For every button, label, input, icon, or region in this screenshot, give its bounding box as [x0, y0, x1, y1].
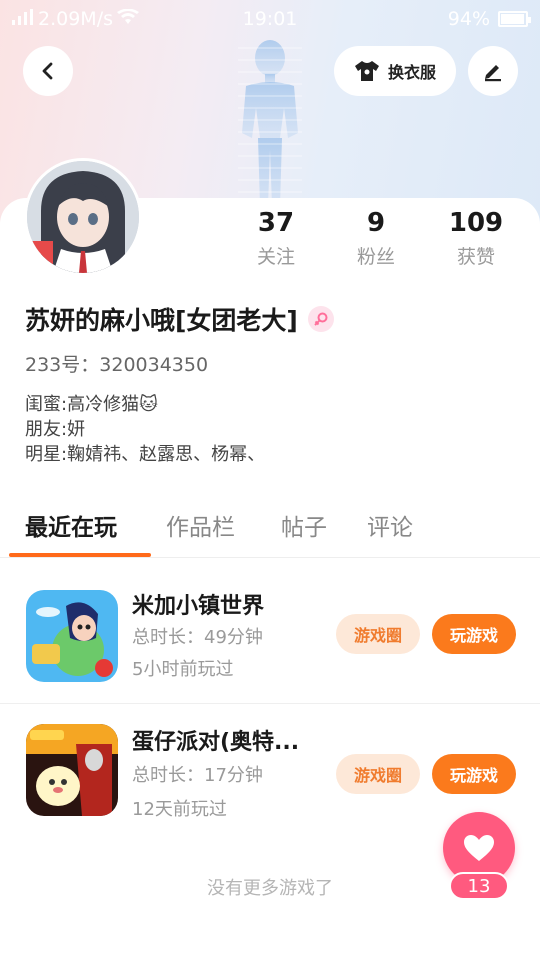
profile-stats: 37 关注 9 粉丝 109 获赞 [226, 205, 526, 273]
user-id: 233号：320034350 [25, 354, 209, 376]
play-game-button[interactable]: 玩游戏 [432, 754, 516, 794]
avatar[interactable] [24, 158, 142, 276]
game-duration: 总时长：49分钟 [132, 627, 263, 648]
battery-percent: 94% [447, 8, 490, 30]
stat-likes[interactable]: 109 获赞 [426, 205, 526, 273]
avatar-hologram-figure [238, 40, 302, 206]
tab-comments[interactable]: 评论 [367, 508, 413, 542]
tab-posts[interactable]: 帖子 [281, 508, 327, 542]
game-last-played: 12天前玩过 [132, 799, 227, 820]
profile-bio: 闺蜜:高冷修猫🐱 朋友:妍 明星:鞠婧祎、赵露思、杨幂、 [25, 392, 265, 467]
game-icon [26, 590, 118, 682]
stat-label: 获赞 [456, 246, 495, 268]
heart-icon [464, 835, 494, 861]
game-circle-button[interactable]: 游戏圈 [336, 614, 420, 654]
chevron-left-icon [42, 62, 53, 80]
tab-works[interactable]: 作品栏 [166, 508, 235, 542]
tshirt-icon [354, 61, 379, 81]
username-row: 苏妍的麻小哦[女团老大] [25, 301, 334, 337]
tab-recently-played[interactable]: 最近在玩 [25, 508, 117, 542]
profile-tabs: 最近在玩 作品栏 帖子 评论 [0, 500, 540, 558]
back-button[interactable] [23, 46, 73, 96]
status-right: 94% [447, 8, 531, 30]
stat-following[interactable]: 37 关注 [226, 205, 326, 273]
game-duration: 总时长：17分钟 [132, 765, 263, 786]
game-title: 米加小镇世界 [132, 594, 265, 619]
pencil-icon [485, 65, 501, 82]
stat-followers[interactable]: 9 粉丝 [326, 205, 426, 273]
active-tab-indicator [9, 553, 151, 557]
like-count-badge: 13 [449, 872, 509, 900]
game-last-played: 5小时前玩过 [132, 659, 234, 680]
username: 苏妍的麻小哦[女团老大] [25, 306, 298, 335]
game-title: 蛋仔派对(奥特... [132, 730, 300, 755]
game-list-item[interactable]: 米加小镇世界 总时长：49分钟 5小时前玩过 游戏圈 玩游戏 [0, 570, 540, 700]
game-icon [26, 724, 118, 816]
battery-icon [498, 11, 531, 27]
stat-value: 37 [257, 208, 295, 238]
battery-level [501, 14, 524, 24]
female-gender-icon [307, 306, 334, 332]
game-list-item[interactable]: 蛋仔派对(奥特... 总时长：17分钟 12天前玩过 游戏圈 玩游戏 [0, 703, 540, 833]
change-outfit-label: 换衣服 [387, 63, 436, 82]
avatar-image [27, 161, 139, 273]
game-circle-button[interactable]: 游戏圈 [336, 754, 420, 794]
bio-line: 朋友:妍 [25, 419, 86, 440]
status-bar: 2.09M/s 19:01 94% [0, 0, 540, 38]
stat-value: 9 [366, 208, 386, 238]
play-game-button[interactable]: 玩游戏 [432, 614, 516, 654]
bio-line: 明星:鞠婧祎、赵露思、杨幂、 [25, 444, 266, 465]
stat-label: 关注 [256, 246, 295, 268]
stat-label: 粉丝 [356, 246, 395, 268]
stat-value: 109 [448, 208, 504, 238]
change-outfit-button[interactable]: 换衣服 [334, 46, 456, 96]
edit-profile-button[interactable] [468, 46, 518, 96]
bio-line: 闺蜜:高冷修猫🐱 [25, 394, 158, 415]
